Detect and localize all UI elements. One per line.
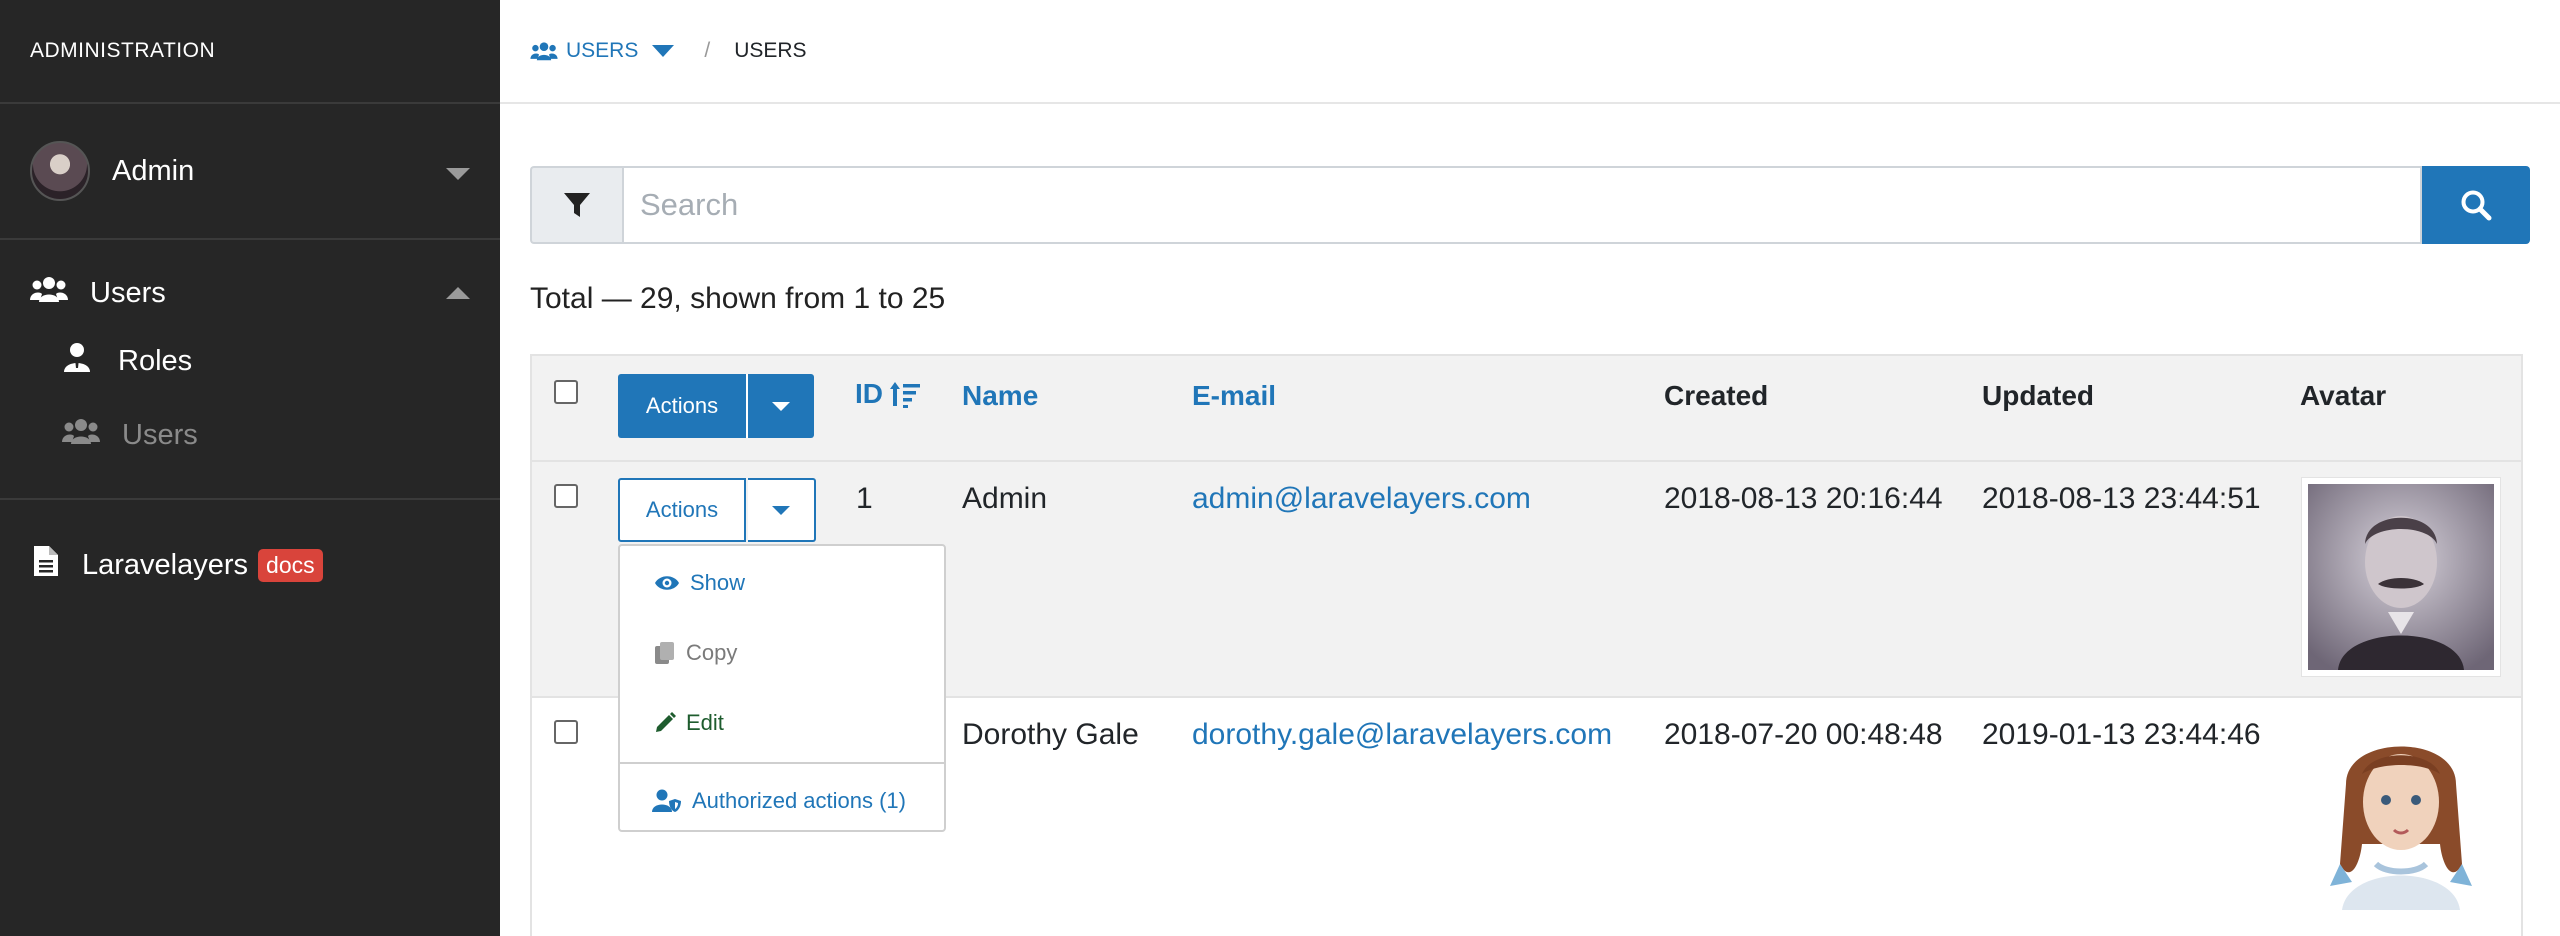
sidebar-item-label: Roles <box>118 344 193 377</box>
breadcrumb-users-link[interactable]: USERS <box>530 39 675 63</box>
row-checkbox[interactable] <box>554 484 578 508</box>
users-icon <box>30 275 68 311</box>
pencil-icon <box>656 712 676 732</box>
sidebar-item-label: Users <box>90 276 166 309</box>
column-header-email[interactable]: E-mail <box>1192 380 1276 412</box>
row-name: Admin <box>962 482 1048 515</box>
sort-icon <box>890 382 920 408</box>
search-input[interactable] <box>622 166 2422 244</box>
bulk-actions-group: Actions <box>618 374 814 438</box>
row-actions-toggle[interactable] <box>748 478 816 542</box>
search-icon <box>2461 190 2492 221</box>
user-name: Admin <box>112 154 195 187</box>
breadcrumb-link-label: USERS <box>566 39 639 62</box>
row-updated: 2019-01-13 23:44:46 <box>1982 718 2261 751</box>
chevron-down-icon <box>772 401 790 411</box>
row-created: 2018-08-13 20:16:44 <box>1664 482 1943 515</box>
user-tie-icon <box>62 342 92 380</box>
copy-icon <box>655 642 674 664</box>
row-checkbox[interactable] <box>554 720 578 744</box>
menu-item-authorized-actions[interactable]: Authorized actions (1) <box>620 764 944 838</box>
user-menu[interactable]: Admin <box>0 104 500 240</box>
sidebar-title: ADMINISTRATION <box>0 0 500 104</box>
eye-icon <box>655 576 679 590</box>
sidebar-nav: Users Roles Users <box>0 240 500 500</box>
search-button[interactable] <box>2422 166 2530 244</box>
search-bar <box>530 166 2530 244</box>
sidebar-item-users-sub[interactable]: Users <box>0 398 500 472</box>
results-summary: Total — 29, shown from 1 to 25 <box>530 282 946 315</box>
row-id: 1 <box>856 482 873 515</box>
filter-icon <box>564 193 590 217</box>
column-header-avatar: Avatar <box>2300 380 2387 411</box>
users-icon <box>530 41 558 61</box>
docs-label: Laravelayers <box>82 548 249 581</box>
row-actions-dropdown: Show Copy Edit Authorized actions (1) <box>618 544 946 832</box>
breadcrumb-separator: / <box>704 39 711 62</box>
bulk-actions-button[interactable]: Actions <box>618 374 746 438</box>
sidebar: ADMINISTRATION Admin Users Roles Users L… <box>0 0 500 936</box>
users-icon <box>62 417 100 453</box>
sidebar-item-users[interactable]: Users <box>0 262 500 324</box>
docs-badge: docs <box>258 548 323 582</box>
sidebar-item-roles[interactable]: Roles <box>0 324 500 398</box>
menu-item-show[interactable]: Show <box>620 548 944 618</box>
filter-button[interactable] <box>530 166 622 244</box>
menu-item-label: Edit <box>686 710 724 735</box>
select-all-checkbox[interactable] <box>554 380 578 404</box>
menu-item-copy[interactable]: Copy <box>620 618 944 688</box>
row-actions-button[interactable]: Actions <box>618 478 746 542</box>
column-header-name[interactable]: Name <box>962 380 1038 412</box>
file-icon <box>34 546 58 584</box>
row-email-link[interactable]: admin@laravelayers.com <box>1192 482 1531 516</box>
breadcrumb-current: USERS <box>734 39 807 62</box>
bulk-actions-toggle[interactable] <box>746 374 814 438</box>
row-email-link[interactable]: dorothy.gale@laravelayers.com <box>1192 718 1612 752</box>
table-header: Actions ID Name E-mail Created Updated A… <box>532 356 2521 462</box>
main-content: USERS / USERS Total — 29, shown from 1 t… <box>500 0 2560 936</box>
sidebar-item-label: Users <box>122 418 198 451</box>
column-header-label: ID <box>855 378 883 409</box>
chevron-up-icon <box>446 287 470 299</box>
chevron-down-icon <box>446 168 470 180</box>
breadcrumb: USERS / USERS <box>500 0 2560 104</box>
chevron-down-icon <box>772 505 790 515</box>
avatar <box>30 141 90 201</box>
sidebar-item-docs[interactable]: Laravelayers docs <box>0 500 500 630</box>
row-name: Dorothy Gale <box>962 718 1139 751</box>
user-avatar-image <box>2302 478 2500 676</box>
column-header-id[interactable]: ID <box>855 378 921 410</box>
chevron-down-icon[interactable] <box>652 45 675 57</box>
user-shield-icon <box>652 789 681 812</box>
menu-item-label: Show <box>690 570 746 595</box>
column-header-updated: Updated <box>1982 380 2094 411</box>
row-created: 2018-07-20 00:48:48 <box>1664 718 1943 751</box>
row-updated: 2018-08-13 23:44:51 <box>1982 482 2261 515</box>
row-actions-group: Actions <box>618 478 816 542</box>
menu-item-label: Copy <box>686 640 738 665</box>
menu-item-label: Authorized actions (1) <box>692 788 906 813</box>
menu-item-edit[interactable]: Edit <box>620 688 944 758</box>
user-avatar-image <box>2302 714 2500 910</box>
column-header-created: Created <box>1664 380 1769 411</box>
